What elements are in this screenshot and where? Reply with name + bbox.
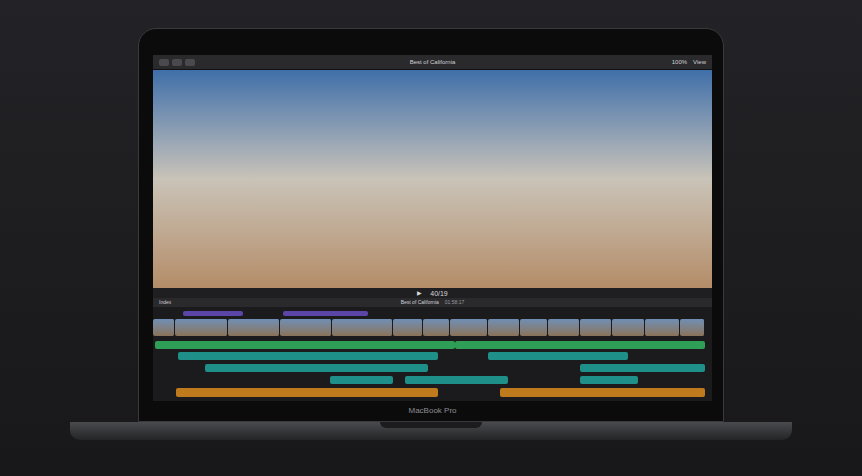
laptop-lid: Best of California100%View▶40/19IndexBes… [138,28,724,422]
timeline-clip[interactable] [332,319,393,336]
timeline-clip[interactable] [680,319,705,336]
timeline-header: Index Best of California 01:58:17 [153,298,712,307]
viewer-frame [153,70,712,288]
timeline-clip[interactable] [393,319,423,336]
timeline-clip[interactable] [153,319,175,336]
timeline-duration: 01:58:17 [445,300,464,305]
timeline-clip[interactable] [612,319,645,336]
timeline-clip[interactable] [580,364,705,372]
timeline-title: Best of California [401,300,439,305]
timeline-clip[interactable] [548,319,580,336]
laptop-base [70,422,792,440]
timeline-clip[interactable] [488,352,628,360]
timeline-clip[interactable] [423,319,450,336]
toolbar-left [159,59,279,66]
app-screen: Best of California100%View▶40/19IndexBes… [153,55,712,401]
toolbar-button[interactable] [185,59,195,66]
toolbar-right: 100% View [586,59,706,65]
zoom-menu[interactable]: 100% [672,59,687,65]
timeline-clip[interactable] [155,341,455,349]
timeline-clip[interactable] [228,319,280,336]
timeline-clip[interactable] [280,319,332,336]
index-button[interactable]: Index [159,300,259,305]
timeline-clip[interactable] [580,319,612,336]
timeline-clip[interactable] [405,376,508,384]
timeline-info: Best of California 01:58:17 [259,300,606,305]
timeline[interactable] [153,307,712,401]
project-title: Best of California [410,59,456,65]
timeline-clip[interactable] [176,388,438,397]
timeline-clip[interactable] [178,352,438,360]
timeline-clip[interactable] [455,341,705,349]
play-button[interactable]: ▶ [417,290,422,296]
viewer-controls: ▶ 40/19 [153,288,712,298]
timeline-clip[interactable] [450,319,488,336]
toolbar-button[interactable] [172,59,182,66]
timeline-clip[interactable] [330,376,393,384]
timeline-clip[interactable] [175,319,228,336]
toolbar-button[interactable] [159,59,169,66]
bezel: MacBook Pro [153,401,712,421]
timecode: 40/19 [430,290,448,297]
base-notch [380,422,482,428]
timeline-clip[interactable] [205,364,428,372]
device-label: MacBook Pro [408,407,456,415]
view-menu[interactable]: View [693,59,706,65]
timeline-clip[interactable] [520,319,548,336]
timeline-clip[interactable] [283,311,368,316]
timeline-clip[interactable] [488,319,520,336]
timeline-clip[interactable] [183,311,243,316]
timeline-clip[interactable] [645,319,680,336]
timeline-clip[interactable] [500,388,705,397]
timeline-clip[interactable] [580,376,638,384]
toolbar: Best of California 100% View [153,55,712,70]
